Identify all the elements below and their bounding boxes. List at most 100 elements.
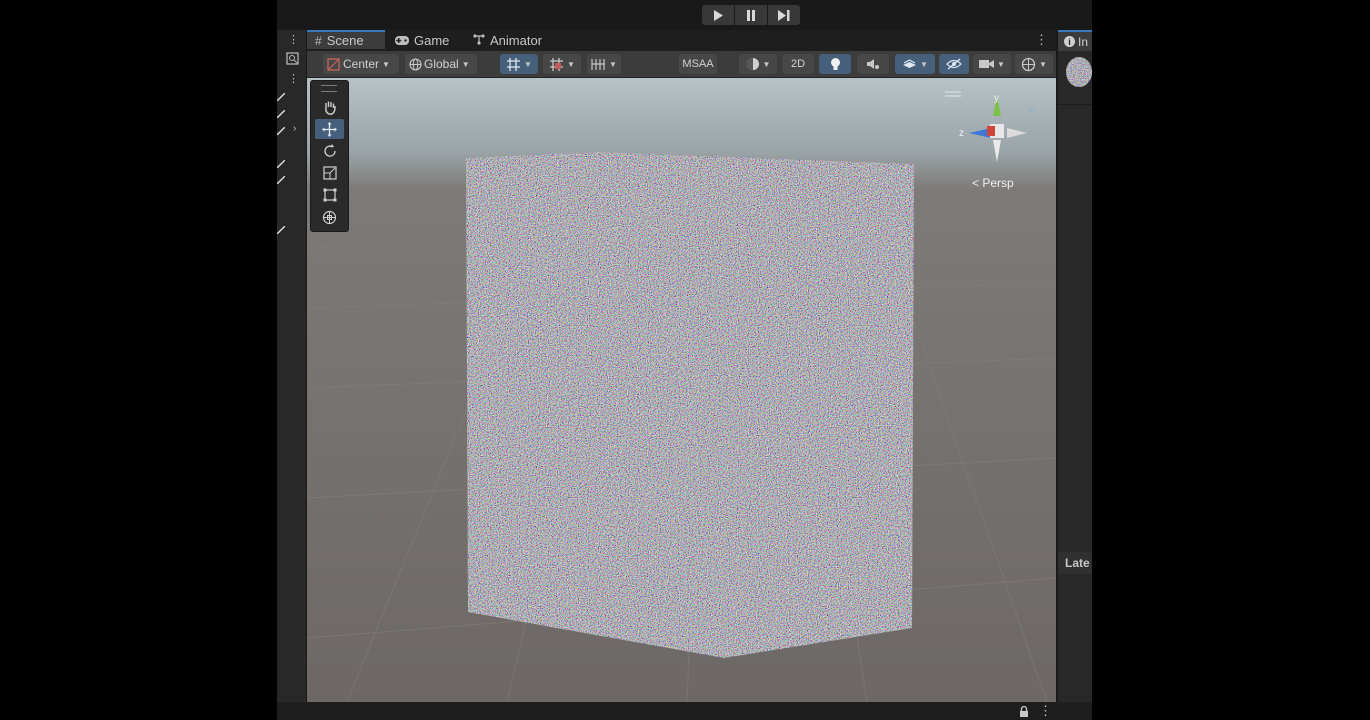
scale-tool-button[interactable]: [315, 163, 344, 183]
hand-icon: [324, 101, 336, 115]
tab-bar: # Scene Game Animator ⋮: [307, 30, 1056, 51]
audio-icon: [867, 59, 879, 69]
space-label: Global: [424, 57, 459, 71]
scene-toolbar: Center ▼ Global ▼ ▼ ▼ ▼ MSAA ▼ 2D ▼ ▼ ▼: [307, 51, 1056, 78]
rotate-icon: [323, 144, 336, 157]
effects-icon: [903, 58, 917, 68]
expand-arrow-icon[interactable]: ›: [293, 123, 296, 134]
globe-icon: [409, 57, 422, 71]
divider: [1058, 104, 1092, 105]
inspector-section-header[interactable]: Late: [1058, 552, 1092, 574]
pencil-icon: [277, 175, 286, 187]
space-dropdown[interactable]: Global ▼: [405, 54, 477, 74]
msaa-toggle[interactable]: MSAA: [679, 54, 717, 74]
move-tool-button[interactable]: [315, 119, 344, 139]
search-icon[interactable]: [286, 52, 299, 68]
unity-editor: ⋮ ⋮ › # Scene Game Animator ⋮ Center ▼ G…: [277, 0, 1092, 720]
gizmos-dropdown[interactable]: ▼: [1015, 54, 1053, 74]
lock-icon[interactable]: [1019, 706, 1029, 717]
persp-chevron-icon: <: [972, 176, 980, 190]
scene-viewport[interactable]: y z < Persp: [307, 78, 1056, 702]
camera-dropdown[interactable]: ▼: [973, 54, 1011, 74]
scene-panel: # Scene Game Animator ⋮ Center ▼ Global …: [307, 30, 1056, 702]
pencil-icon: [277, 126, 286, 138]
panel-options-icon[interactable]: ⋮: [288, 72, 299, 85]
step-button[interactable]: [768, 5, 800, 25]
chevron-down-icon: ▼: [382, 59, 390, 69]
hidden-objects-toggle[interactable]: [939, 54, 969, 74]
audio-toggle[interactable]: [857, 54, 889, 74]
pencil-icon: [277, 225, 286, 237]
pencil-icon: [277, 109, 286, 121]
increment-snap-toggle[interactable]: ▼: [543, 54, 581, 74]
play-button[interactable]: [702, 5, 734, 25]
tool-palette: [310, 80, 349, 232]
play-icon: [714, 9, 723, 21]
gizmo-z-label: z: [959, 128, 964, 139]
grid-snap-toggle[interactable]: ▼: [500, 54, 538, 74]
gizmo-icon: [1021, 57, 1036, 71]
tab-scene[interactable]: # Scene: [307, 30, 385, 49]
chevron-down-icon: ▼: [567, 59, 575, 69]
projection-label: Persp: [982, 176, 1014, 190]
msaa-label: MSAA: [682, 58, 714, 70]
camera-icon: [979, 60, 995, 68]
chevron-down-icon: ▼: [461, 59, 470, 69]
step-icon: [778, 9, 790, 21]
noise-cube[interactable]: [464, 152, 914, 658]
status-menu-icon[interactable]: ⋮: [1039, 703, 1052, 719]
projection-toggle[interactable]: < Persp: [972, 176, 1014, 190]
pivot-mode-dropdown[interactable]: Center ▼: [323, 54, 399, 74]
pivot-mode-label: Center: [343, 57, 380, 71]
mode-2d-toggle[interactable]: 2D: [782, 54, 814, 74]
lighting-toggle[interactable]: [819, 54, 851, 74]
orientation-gizmo[interactable]: y z: [957, 88, 1037, 168]
play-toolbar: [277, 0, 1092, 30]
tab-animator[interactable]: Animator: [473, 30, 542, 51]
sphere-shading-icon: [746, 58, 759, 70]
grid-icon: #: [315, 33, 322, 48]
pencil-icon: [277, 159, 286, 171]
grid-snap-icon: [507, 57, 521, 71]
scale-icon: [322, 166, 337, 180]
transform-tool-button[interactable]: [315, 207, 344, 227]
gizmo-y-label: y: [994, 93, 999, 104]
play-controls: [702, 5, 801, 25]
hierarchy-panel-strip: ⋮ ⋮ ›: [277, 30, 307, 720]
gamepad-icon: [395, 34, 409, 48]
increment-snap-icon: [550, 57, 564, 71]
panel-menu-icon[interactable]: ⋮: [288, 33, 299, 46]
grid-plane-icon: [591, 58, 606, 70]
chevron-down-icon: ▼: [997, 59, 1005, 69]
effects-dropdown[interactable]: ▼: [895, 54, 935, 74]
transform-icon: [322, 210, 337, 224]
inspector-panel-strip: i In Late: [1057, 30, 1092, 702]
tab-game[interactable]: Game: [395, 30, 449, 51]
lightbulb-icon: [830, 57, 840, 70]
grid-visibility-toggle[interactable]: ▼: [587, 54, 621, 74]
chevron-down-icon: ▼: [1039, 59, 1047, 69]
pause-icon: [747, 9, 755, 21]
section-label: Late: [1065, 556, 1090, 570]
eye-slash-icon: [946, 58, 962, 70]
move-icon: [322, 121, 337, 137]
rotate-tool-button[interactable]: [315, 141, 344, 161]
info-icon: i: [1064, 36, 1075, 47]
status-bar: ⋮: [277, 702, 1092, 720]
tab-label: Animator: [490, 33, 543, 48]
drag-handle-icon[interactable]: [321, 85, 337, 92]
chevron-down-icon: ▼: [762, 59, 771, 69]
tab-label: Scene: [326, 33, 364, 48]
tab-label: In: [1078, 34, 1089, 49]
pivot-icon: [327, 57, 340, 71]
tab-inspector[interactable]: i In: [1058, 30, 1092, 51]
shading-mode-dropdown[interactable]: ▼: [739, 54, 777, 74]
rect-tool-button[interactable]: [315, 185, 344, 205]
hand-tool-button[interactable]: [315, 97, 344, 117]
material-preview: [1066, 57, 1092, 87]
mode-2d-label: 2D: [790, 58, 806, 70]
rect-transform-icon: [323, 188, 336, 202]
panel-menu-icon[interactable]: ⋮: [1035, 32, 1048, 48]
chevron-down-icon: ▼: [524, 59, 532, 69]
pause-button[interactable]: [735, 5, 767, 25]
